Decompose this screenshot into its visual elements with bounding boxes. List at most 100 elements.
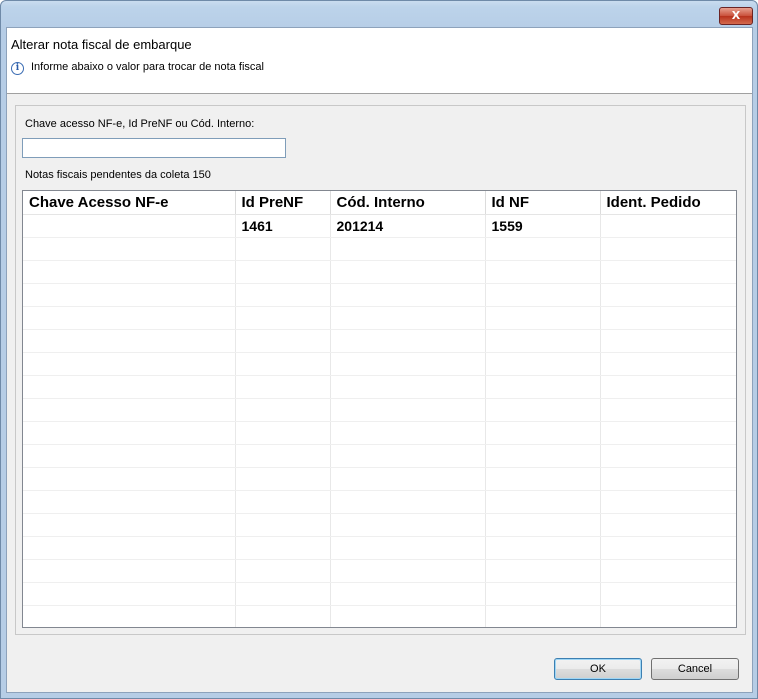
table-cell [485,237,601,261]
table-cell [235,467,331,491]
table-cell [23,421,236,445]
search-label: Chave acesso NF-e, Id PreNF ou Cód. Inte… [25,118,255,130]
table-cell [330,398,486,422]
table-cell [235,306,331,330]
table-cell [23,214,236,238]
table-cell [485,283,601,307]
table-cell [330,237,486,261]
empty-table-row [23,329,736,353]
dialog-window: X Alterar nota fiscal de embarque i Info… [0,0,758,699]
table-cell [330,467,486,491]
table-cell [235,375,331,399]
table-cell [600,559,736,583]
empty-table-row [23,237,736,261]
table-cell [330,260,486,284]
table-cell [235,421,331,445]
table-cell [330,329,486,353]
table-cell [330,513,486,537]
table-cell [23,513,236,537]
table-cell [235,260,331,284]
table-cell [600,398,736,422]
table-cell [600,214,736,238]
table-caption: Notas fiscais pendentes da coleta 150 [25,169,211,181]
table-cell [330,421,486,445]
table-cell [235,605,331,627]
table-cell [235,329,331,353]
column-header-chave[interactable]: Chave Acesso NF-e [23,191,236,215]
table-cell [235,536,331,560]
table-cell [485,605,601,627]
search-input[interactable] [22,138,286,158]
table-cell [330,352,486,376]
table-cell [330,536,486,560]
table-cell [235,444,331,468]
table-cell [600,352,736,376]
empty-table-row [23,467,736,491]
table-cell [485,352,601,376]
empty-table-row [23,421,736,445]
table-cell [235,283,331,307]
table-cell [600,490,736,514]
table-cell [600,444,736,468]
empty-table-row [23,352,736,376]
table-cell [23,444,236,468]
table-cell [600,467,736,491]
table-cell [235,352,331,376]
table-cell [600,605,736,627]
table-cell [600,375,736,399]
close-icon: X [731,9,741,22]
column-header-ident-pedido[interactable]: Ident. Pedido [600,191,736,215]
table-cell [23,306,236,330]
table-cell [23,536,236,560]
table-cell [330,306,486,330]
table-cell [330,283,486,307]
table-cell [485,536,601,560]
dialog-client-area: Alterar nota fiscal de embarque i Inform… [6,27,753,693]
empty-table-row [23,444,736,468]
table-cell [485,398,601,422]
table-row[interactable]: 1461 201214 1559 [23,214,736,238]
table-cell [600,536,736,560]
table-cell [23,398,236,422]
table-cell [600,283,736,307]
table-cell [235,237,331,261]
empty-table-row [23,306,736,330]
table-header-row: Chave Acesso NF-e Id PreNF Cód. Interno … [23,191,736,215]
table-cell [330,605,486,627]
empty-table-row [23,260,736,284]
empty-table-row [23,513,736,537]
ok-button[interactable]: OK [554,658,642,680]
table-cell [485,306,601,330]
table-cell [485,260,601,284]
table-cell [23,582,236,606]
info-message: Informe abaixo o valor para trocar de no… [31,61,264,73]
table-cell [485,513,601,537]
empty-table-row [23,582,736,606]
table-cell [330,375,486,399]
table-cell [485,582,601,606]
table-cell [600,513,736,537]
table-cell [23,490,236,514]
table-cell [23,467,236,491]
pending-notes-table[interactable]: Chave Acesso NF-e Id PreNF Cód. Interno … [22,190,737,628]
table-cell [600,421,736,445]
table-cell [485,329,601,353]
column-header-cod-interno[interactable]: Cód. Interno [330,191,486,215]
table-cell: 1461 [235,214,331,238]
table-cell [485,375,601,399]
table-cell [330,490,486,514]
cancel-button[interactable]: Cancel [651,658,739,680]
content-group: Chave acesso NF-e, Id PreNF ou Cód. Inte… [15,105,746,635]
table-cell [23,329,236,353]
table-cell [600,306,736,330]
table-cell [600,237,736,261]
table-cell [23,352,236,376]
empty-table-row [23,490,736,514]
table-cell [330,444,486,468]
column-header-id-nf[interactable]: Id NF [485,191,601,215]
column-header-id-prenf[interactable]: Id PreNF [235,191,331,215]
close-button[interactable]: X [719,7,753,25]
table-cell [23,375,236,399]
table-cell [23,237,236,261]
table-cell [235,398,331,422]
